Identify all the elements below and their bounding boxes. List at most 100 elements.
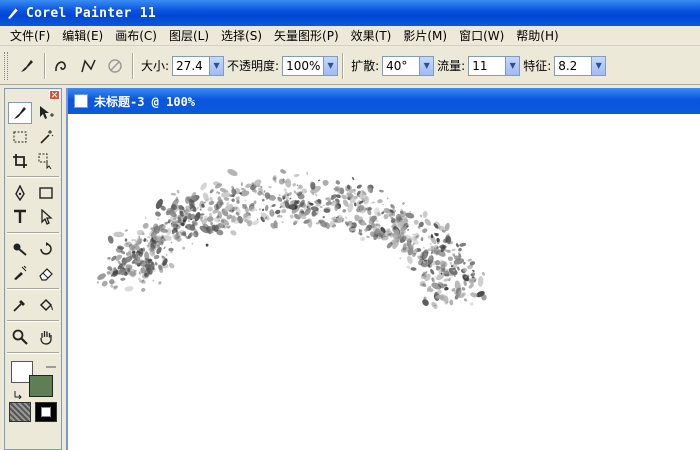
straight-line-button[interactable] [76,53,102,79]
paint-speck [143,238,147,242]
chevron-down-icon[interactable]: ▼ [323,56,338,75]
paint-speck [168,262,175,269]
menu-canvas[interactable]: 画布(C) [109,26,163,46]
paint-speck [345,216,347,219]
paint-speck [154,261,158,266]
paint-speck [422,246,425,249]
hand-icon [40,331,52,345]
paint-speck [144,216,147,220]
color-swatches [5,357,61,401]
paint-speck [386,197,389,200]
separator [7,176,59,178]
text-tool[interactable] [8,206,32,228]
chevron-down-icon[interactable]: ▼ [209,56,224,75]
eraser-tool[interactable] [34,262,58,284]
paint-speck [147,236,151,239]
paint-speck [244,199,247,202]
dropper-tool[interactable] [8,294,32,316]
paint-speck [424,218,432,226]
paint-speck [210,222,213,226]
separator [7,232,59,234]
paint-speck [429,242,433,246]
rectangular-selection-tool[interactable] [8,126,32,148]
feature-field[interactable]: 8.2 ▼ [554,55,607,76]
paint-speck [109,279,115,285]
paper-selector[interactable] [9,402,31,422]
paint-speck [322,179,329,186]
magic-wand-tool[interactable] [34,126,58,148]
layer-adjuster-tool[interactable] [34,102,58,124]
chevron-down-icon[interactable]: ▼ [591,56,606,75]
chevron-down-icon[interactable]: ▼ [505,56,520,75]
paint-speck [278,194,281,197]
freehand-stroke-button[interactable] [50,53,76,79]
paint-speck [427,235,431,239]
paint-bucket-tool[interactable] [34,294,58,316]
flow-field[interactable]: 11 ▼ [468,55,521,76]
selection-adjuster-tool[interactable] [34,150,58,172]
paint-speck [406,265,411,269]
app-title-bar: Corel Painter 11 [0,0,700,26]
swap-colors-icon[interactable] [13,389,23,399]
menu-help[interactable]: 帮助(H) [510,26,564,46]
menu-shapes[interactable]: 矢量图形(P) [268,26,345,46]
media-selector[interactable] [35,402,57,422]
paint-speck [423,296,427,300]
paint-speck [200,182,208,191]
paint-speck [101,280,108,287]
paint-speck [296,184,299,186]
paint-speck [176,189,180,194]
grabber-tool[interactable] [34,326,58,348]
paint-speck [280,169,287,174]
paint-speck [141,287,146,292]
reset-brush-button[interactable] [102,53,128,79]
drawing-canvas[interactable] [68,114,700,450]
toolbox-header[interactable]: ✕ [5,89,61,101]
painter-brush-icon [8,7,19,19]
rectangle-shape-tool[interactable] [34,182,58,204]
menu-edit[interactable]: 编辑(E) [56,26,109,46]
paint-speck [285,178,292,188]
paint-speck [96,281,100,284]
paint-speck [477,276,484,287]
cloner-tool[interactable] [8,262,32,284]
opacity-field[interactable]: 100% ▼ [282,55,339,76]
crop-tool[interactable] [8,150,32,172]
magnifier-tool[interactable] [8,326,32,348]
menu-layers[interactable]: 图层(L) [163,26,215,46]
pen-tool[interactable] [8,182,32,204]
spread-label: 扩散: [351,59,380,73]
brush-tool-button[interactable] [14,53,40,79]
paint-speck [163,246,166,250]
spread-value: 40° [386,58,408,73]
paint-speck [410,267,417,271]
size-field[interactable]: 27.4 ▼ [172,55,225,76]
menu-movie[interactable]: 影片(M) [397,26,453,46]
toolbar-grip[interactable] [4,51,8,80]
close-icon[interactable]: ✕ [49,90,60,101]
paint-bucket-icon [39,298,53,312]
eraser-icon [39,268,53,281]
menu-file[interactable]: 文件(F) [4,26,56,46]
media-swatch [41,407,51,417]
paint-speck [264,204,269,212]
paint-speck [256,218,259,220]
document-title-bar[interactable]: 未标题-3 @ 100% [68,88,700,114]
paint-speck [268,186,272,189]
menu-select[interactable]: 选择(S) [215,26,268,46]
paint-speck [306,171,309,175]
paint-speck [293,173,300,177]
menu-window[interactable]: 窗口(W) [453,26,510,46]
rotate-page-tool[interactable] [34,238,58,260]
shape-selection-tool[interactable] [34,206,58,228]
separator [44,52,46,79]
paint-speck [209,188,214,194]
menu-effects[interactable]: 效果(T) [345,26,398,46]
brush-tool[interactable] [8,102,32,124]
additional-color-swatch[interactable] [29,375,53,397]
dodge-tool[interactable] [8,238,32,260]
pen-nib-icon [15,185,25,201]
spread-field[interactable]: 40° ▼ [382,55,435,76]
chevron-down-icon[interactable]: ▼ [419,56,434,75]
paint-speck [351,176,355,181]
